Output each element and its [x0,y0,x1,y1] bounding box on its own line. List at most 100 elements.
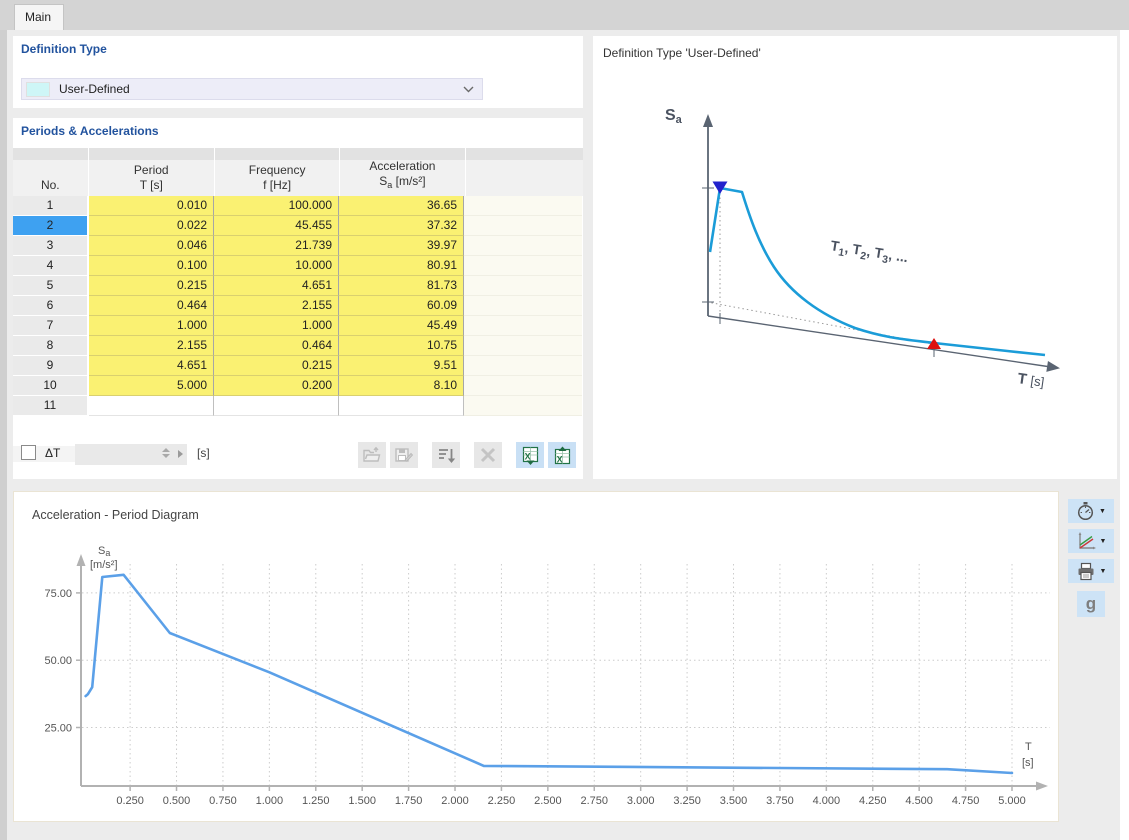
svg-text:4.000: 4.000 [813,795,841,807]
table-group-row [13,148,583,160]
svg-text:0.250: 0.250 [116,795,144,807]
svg-text:50.00: 50.00 [44,655,72,667]
table-row: 20.02245.45537.32 [13,216,583,236]
period-cell[interactable]: 0.464 [89,296,214,316]
dropdown-selected-value: User-Defined [59,82,463,96]
spinner-expand-icon[interactable] [178,450,183,458]
acceleration-cell[interactable]: 9.51 [339,356,464,376]
delta-t-input[interactable] [75,444,187,465]
header-period: PeriodT [s] [89,160,214,196]
filler-cell [464,216,582,236]
frequency-cell[interactable]: 0.200 [214,376,339,396]
periods-accelerations-panel: Periods & Accelerations No. PeriodT [s] … [13,118,583,479]
row-number-cell[interactable]: 5 [13,276,87,296]
frequency-cell[interactable] [214,396,339,416]
frequency-cell[interactable]: 45.455 [214,216,339,236]
svg-text:T: T [1025,741,1032,753]
row-number-cell[interactable]: 8 [13,336,87,356]
acceleration-cell[interactable]: 37.32 [339,216,464,236]
svg-text:2.000: 2.000 [441,795,469,807]
spinner-arrows[interactable] [161,446,171,463]
filler-cell [464,356,582,376]
svg-text:2.750: 2.750 [580,795,608,807]
definition-type-dropdown[interactable]: User-Defined [21,78,483,100]
frequency-cell[interactable]: 21.739 [214,236,339,256]
acceleration-cell[interactable]: 36.65 [339,196,464,216]
period-cell[interactable]: 0.010 [89,196,214,216]
svg-text:3.000: 3.000 [627,795,655,807]
table-body: 10.010100.00036.6520.02245.45537.3230.04… [13,196,583,416]
row-number-cell[interactable]: 9 [13,356,87,376]
period-cell[interactable]: 0.022 [89,216,214,236]
svg-text:[m/s²]: [m/s²] [90,559,118,571]
result-diagram-button[interactable]: ▼ [1068,529,1114,553]
definition-illustration-panel: Definition Type 'User-Defined' Sa T[s] T… [593,36,1117,479]
tab-bar: Main [0,0,1129,30]
frequency-cell[interactable]: 4.651 [214,276,339,296]
save-file-button[interactable] [390,442,418,468]
row-number-cell[interactable]: 11 [13,396,87,416]
excel-import-button[interactable]: X [548,442,576,468]
spectrum-illustration: Sa T[s] T1, T2, T3, ... [593,36,1117,479]
row-number-cell[interactable]: 10 [13,376,87,396]
filler-cell [464,196,582,216]
frequency-cell[interactable]: 10.000 [214,256,339,276]
acceleration-cell[interactable]: 10.75 [339,336,464,356]
acceleration-cell[interactable]: 81.73 [339,276,464,296]
period-cell[interactable]: 0.046 [89,236,214,256]
acceleration-cell[interactable]: 45.49 [339,316,464,336]
right-edge-strip [1120,30,1129,840]
period-cell[interactable]: 5.000 [89,376,214,396]
row-number-cell[interactable]: 6 [13,296,87,316]
header-frequency: Frequencyf [Hz] [215,160,339,196]
period-cell[interactable]: 0.100 [89,256,214,276]
frequency-cell[interactable]: 0.215 [214,356,339,376]
svg-text:75.00: 75.00 [44,588,72,600]
table-row: 82.1550.46410.75 [13,336,583,356]
svg-text:1.000: 1.000 [256,795,284,807]
filler-cell [464,396,582,416]
row-number-cell[interactable]: 7 [13,316,87,336]
period-cell[interactable]: 4.651 [89,356,214,376]
delta-t-checkbox[interactable] [21,445,36,460]
filler-cell [464,276,582,296]
row-number-cell[interactable]: 4 [13,256,87,276]
acceleration-cell[interactable]: 39.97 [339,236,464,256]
x-mark-icon [479,447,497,463]
print-button[interactable]: ▼ [1068,559,1114,583]
sort-button[interactable] [432,442,460,468]
filler-cell [464,296,582,316]
acceleration-cell[interactable] [339,396,464,416]
excel-export-button[interactable]: X [516,442,544,468]
frequency-cell[interactable]: 1.000 [214,316,339,336]
time-course-button[interactable]: ▼ [1068,499,1114,523]
row-number-cell[interactable]: 1 [13,196,87,216]
period-cell[interactable]: 2.155 [89,336,214,356]
frequency-cell[interactable]: 0.464 [214,336,339,356]
delta-t-label: ΔT [45,446,60,460]
open-file-button[interactable] [358,442,386,468]
row-number-cell[interactable]: 3 [13,236,87,256]
dropdown-arrow-icon: ▼ [1099,508,1106,515]
period-cell[interactable] [89,396,214,416]
svg-text:4.500: 4.500 [905,795,933,807]
illustration-title: Definition Type 'User-Defined' [603,46,761,60]
row-number-cell[interactable]: 2 [13,216,87,236]
acceleration-cell[interactable]: 60.09 [339,296,464,316]
sort-descending-icon [436,446,456,464]
period-cell[interactable]: 1.000 [89,316,214,336]
svg-text:[s]: [s] [1022,757,1034,769]
header-no: No. [13,160,88,196]
excel-import-icon: X [553,446,572,465]
acceleration-cell[interactable]: 80.91 [339,256,464,276]
frequency-cell[interactable]: 100.000 [214,196,339,216]
tab-main[interactable]: Main [14,4,64,30]
gravity-toggle-button[interactable]: g [1077,591,1105,617]
frequency-cell[interactable]: 2.155 [214,296,339,316]
acceleration-period-chart: Acceleration - Period Diagram Sa [m/s²] … [13,491,1059,822]
table-row: 94.6510.2159.51 [13,356,583,376]
acceleration-cell[interactable]: 8.10 [339,376,464,396]
table-header-row: No. PeriodT [s] Frequencyf [Hz] Accelera… [13,160,583,196]
period-cell[interactable]: 0.215 [89,276,214,296]
delete-button[interactable] [474,442,502,468]
